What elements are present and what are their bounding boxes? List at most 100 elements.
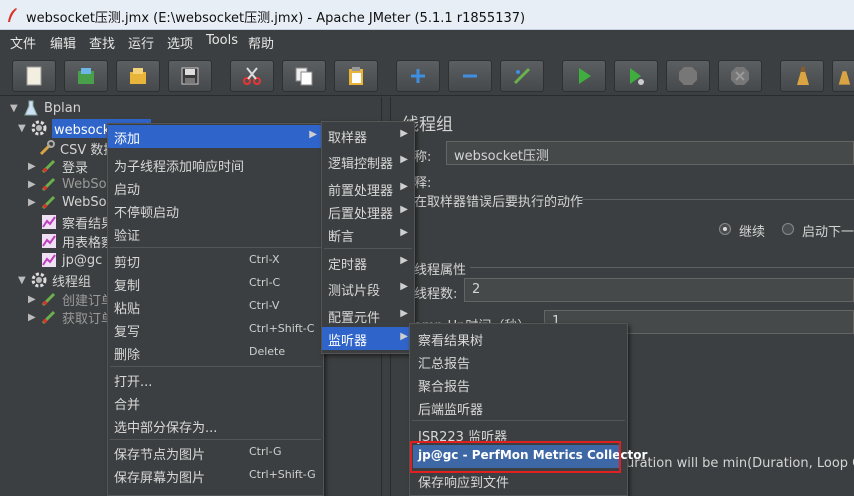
expand-arrow-icon[interactable]: ▶ <box>28 312 40 323</box>
tree-node-csv-config[interactable]: CSV 数据 <box>38 138 116 158</box>
collapse-arrow-icon[interactable]: ▼ <box>10 103 22 114</box>
menu-bar: 文件 编辑 查找 运行 选项 Tools 帮助 <box>0 30 854 54</box>
open-button[interactable] <box>116 60 160 92</box>
listener-item-backend-listener[interactable]: 后端监听器 <box>410 396 627 419</box>
submenu-item-post-processor[interactable]: 后置处理器 ▶ <box>322 200 414 223</box>
tree-node-perfmon[interactable]: jp@gc - <box>40 250 111 270</box>
tree-node-label: 线程组 <box>52 274 92 290</box>
menu-item-validate[interactable]: 验证 <box>108 222 323 245</box>
shutdown-button[interactable] <box>718 60 762 92</box>
name-input[interactable]: websocket压测 <box>446 141 854 165</box>
submenu-item-test-fragment[interactable]: 测试片段 ▶ <box>322 277 414 300</box>
menu-item-duplicate[interactable]: 复写 Ctrl+Shift-C <box>108 318 323 341</box>
menu-item-cut[interactable]: 剪切 Ctrl-X <box>108 249 323 272</box>
collapse-arrow-icon[interactable]: ▼ <box>18 275 30 286</box>
comment-label: 释: <box>414 176 432 191</box>
menu-item-add[interactable]: 添加 ▶ <box>108 125 323 148</box>
tree-node-thread-group[interactable]: ▼ 线程组 <box>18 270 91 290</box>
duration-note: uration will be min(Duration, Loop Count <box>626 456 854 471</box>
submenu-arrow-icon: ▶ <box>400 255 408 266</box>
on-error-label: 在取样器错误后要执行的动作 <box>414 195 584 210</box>
menu-item-copy[interactable]: 复制 Ctrl-C <box>108 272 323 295</box>
start-button[interactable] <box>562 60 606 92</box>
menu-item-add-think-time[interactable]: 为子线程添加响应时间 <box>108 153 323 176</box>
menu-options[interactable]: 选项 <box>167 33 193 52</box>
templates-button[interactable] <box>64 60 108 92</box>
clear-button[interactable] <box>780 60 824 92</box>
expand-button[interactable] <box>396 60 440 92</box>
submenu-arrow-icon: ▶ <box>400 308 408 319</box>
tree-node-table-results[interactable]: 用表格察 <box>40 231 114 251</box>
menu-item-save-selection[interactable]: 选中部分保存为... <box>108 414 323 437</box>
listener-item-summary-report[interactable]: 汇总报告 <box>410 350 627 373</box>
next-loop-radio[interactable] <box>782 223 794 235</box>
save-button[interactable] <box>168 60 212 92</box>
menu-edit[interactable]: 编辑 <box>50 33 76 52</box>
tree-node-bplan[interactable]: ▼ Bplan <box>10 98 81 118</box>
submenu-item-pre-processor[interactable]: 前置处理器 ▶ <box>322 177 414 200</box>
toggle-button[interactable] <box>500 60 544 92</box>
tree-node-login[interactable]: ▶ 登录 <box>28 156 88 176</box>
menu-file[interactable]: 文件 <box>10 33 36 52</box>
tree-node-websocket-2[interactable]: ▶ WebSoc <box>28 192 114 212</box>
toolbar <box>0 54 854 96</box>
paste-icon <box>349 67 363 85</box>
menu-item-save-screen-image[interactable]: 保存屏幕为图片 Ctrl+Shift-G <box>108 464 323 487</box>
menu-item-save-node-image[interactable]: 保存节点为图片 Ctrl-G <box>108 441 323 464</box>
tree-node-label: 登录 <box>62 160 89 176</box>
test-plan-icon <box>22 99 40 117</box>
expand-arrow-icon[interactable]: ▶ <box>28 294 40 305</box>
start-no-pause-button[interactable] <box>614 60 658 92</box>
tree-node-websocket-1[interactable]: ▶ WebSoc <box>28 174 114 194</box>
expand-arrow-icon[interactable]: ▶ <box>28 161 40 172</box>
sampler-icon <box>40 193 58 211</box>
expand-arrow-icon[interactable]: ▶ <box>28 197 40 208</box>
threads-input[interactable]: 2 <box>464 278 854 302</box>
collapse-button[interactable] <box>448 60 492 92</box>
listener-item-aggregate-report[interactable]: 聚合报告 <box>410 373 627 396</box>
wrench-icon <box>38 139 56 157</box>
submenu-arrow-icon: ▶ <box>400 331 408 342</box>
stop-button[interactable] <box>666 60 710 92</box>
paste-button[interactable] <box>334 60 378 92</box>
menu-item-start[interactable]: 启动 <box>108 176 323 199</box>
clear-all-button[interactable] <box>832 60 854 92</box>
chart-icon <box>40 251 58 269</box>
listener-item-view-results-tree[interactable]: 察看结果树 <box>410 327 627 350</box>
menu-item-merge[interactable]: 合并 <box>108 391 323 414</box>
cut-button[interactable] <box>230 60 274 92</box>
submenu-item-sampler[interactable]: 取样器 ▶ <box>322 124 414 147</box>
menu-item-paste[interactable]: 粘贴 Ctrl-V <box>108 295 323 318</box>
menu-help[interactable]: 帮助 <box>248 33 274 52</box>
submenu-item-assertion[interactable]: 断言 ▶ <box>322 223 414 246</box>
menu-tools[interactable]: Tools <box>206 33 238 48</box>
next-loop-label: 启动下一 <box>802 225 854 240</box>
expand-arrow-icon[interactable]: ▶ <box>28 179 40 190</box>
new-button[interactable] <box>12 60 56 92</box>
copy-button[interactable] <box>282 60 326 92</box>
menu-item-start-no-pause[interactable]: 不停顿启动 <box>108 199 323 222</box>
menu-run[interactable]: 运行 <box>128 33 154 52</box>
submenu-item-listener[interactable]: 监听器 ▶ <box>322 327 414 350</box>
submenu-item-logic-controller[interactable]: 逻辑控制器 ▶ <box>322 150 414 173</box>
continue-radio[interactable] <box>719 223 731 235</box>
tree-node-label: Bplan <box>44 100 81 116</box>
threads-label: 线程数: <box>414 287 458 302</box>
tree-node-get-order[interactable]: ▶ 获取订单 <box>28 307 114 327</box>
menu-item-open[interactable]: 打开... <box>108 368 323 391</box>
submenu-item-config-element[interactable]: 配置元件 ▶ <box>322 304 414 327</box>
submenu-arrow-icon: ▶ <box>400 154 408 165</box>
title-bar: websocket压测.jmx (E:\websocket压测.jmx) - A… <box>0 0 854 30</box>
clear-icon <box>797 67 809 85</box>
tree-node-label: WebSoc <box>62 176 114 192</box>
submenu-item-timer[interactable]: 定时器 ▶ <box>322 251 414 274</box>
submenu-arrow-icon: ▶ <box>400 204 408 215</box>
collapse-icon <box>463 74 477 78</box>
menu-item-delete[interactable]: 删除 Delete <box>108 341 323 364</box>
collapse-arrow-icon[interactable]: ▼ <box>18 123 30 134</box>
copy-icon <box>295 67 313 86</box>
tree-node-view-results[interactable]: 察看结果 <box>40 212 114 232</box>
context-menu: 添加 ▶ 为子线程添加响应时间 启动 不停顿启动 验证 剪切 Ctrl-X 复制 C… <box>107 123 324 496</box>
menu-search[interactable]: 查找 <box>89 33 115 52</box>
tree-node-create-order[interactable]: ▶ 创建订单 <box>28 289 114 309</box>
